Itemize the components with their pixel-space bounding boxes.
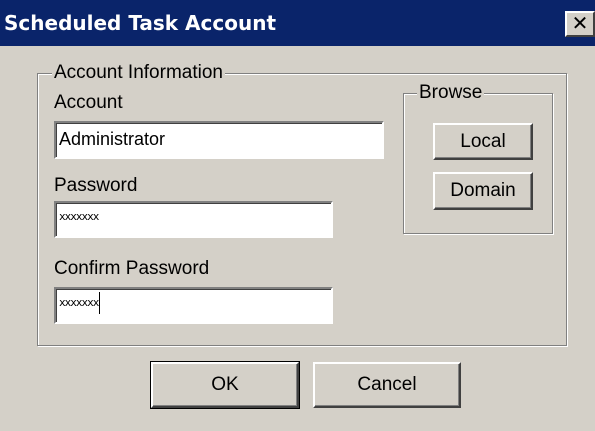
domain-button[interactable]: Domain [433,172,533,210]
password-field[interactable]: xxxxxxx [54,201,333,238]
local-button[interactable]: Local [433,123,533,160]
text-caret [99,292,101,314]
close-button[interactable]: ✕ [565,11,595,37]
dialog-title: Scheduled Task Account [4,11,277,35]
browse-group [403,93,553,234]
account-information-legend: Account Information [52,62,225,83]
account-field[interactable]: Administrator [54,121,384,159]
account-label: Account [54,92,123,113]
title-bar[interactable]: Scheduled Task Account ✕ [0,0,595,46]
browse-legend: Browse [417,82,485,103]
password-label: Password [54,175,138,196]
confirm-password-value: xxxxxxx [59,296,99,309]
scheduled-task-account-dialog: Scheduled Task Account ✕ Account Informa… [0,0,595,431]
ok-button[interactable]: OK [150,361,300,409]
confirm-password-field[interactable]: xxxxxxx [54,287,333,324]
confirm-password-label: Confirm Password [54,258,210,279]
cancel-button[interactable]: Cancel [313,362,461,408]
close-icon: ✕ [571,11,589,35]
